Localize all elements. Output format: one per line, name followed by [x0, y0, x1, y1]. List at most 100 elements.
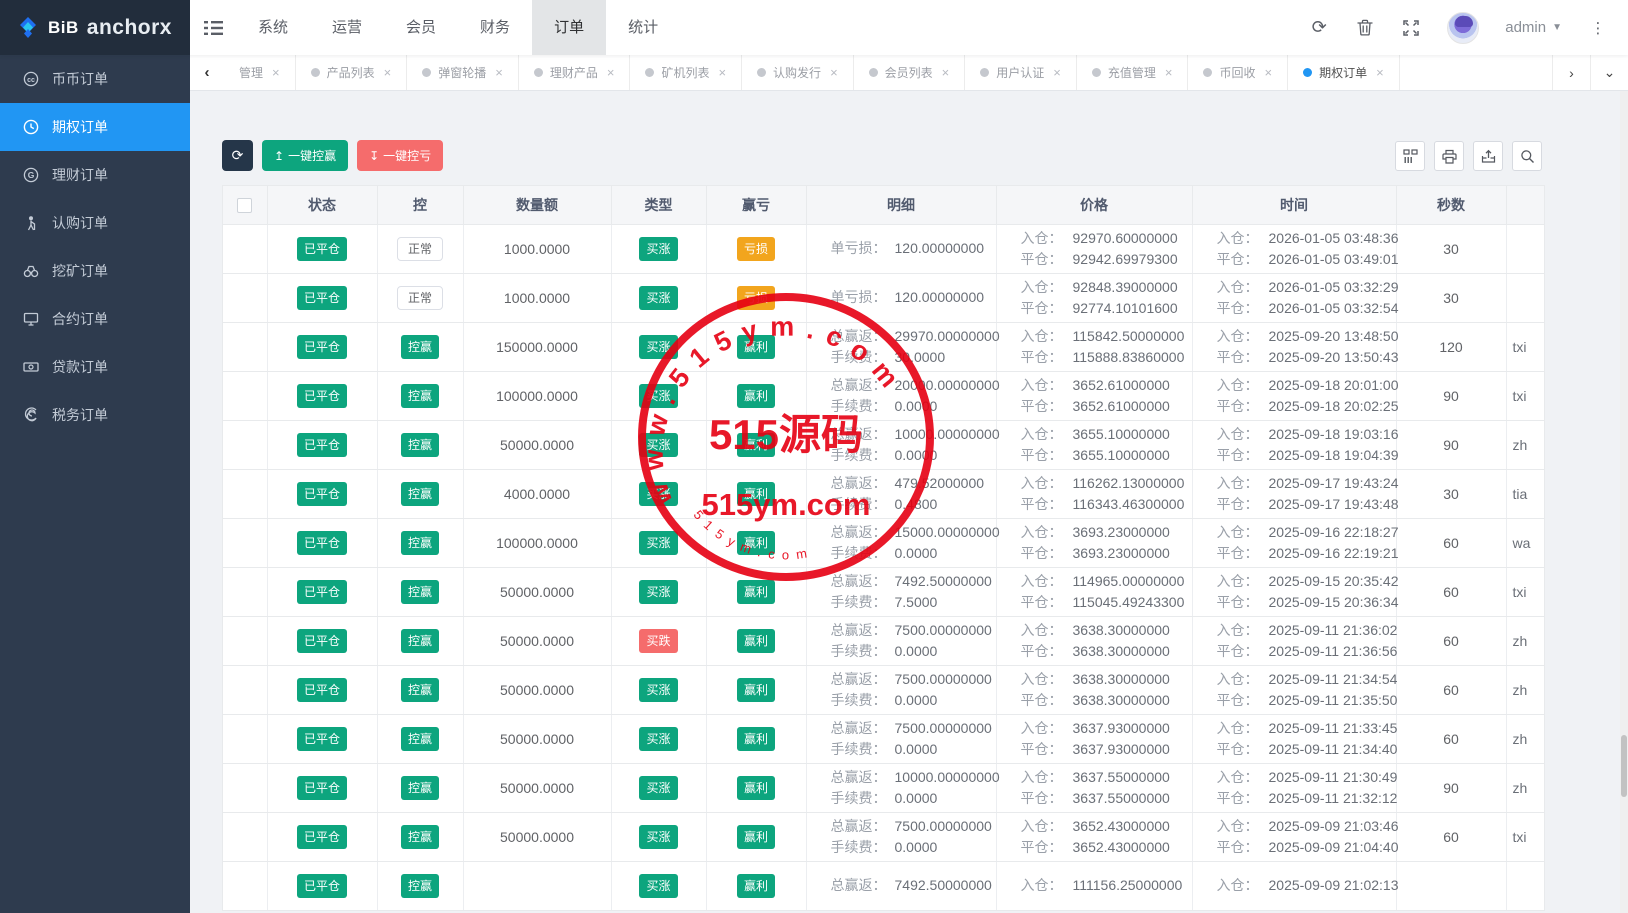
force-win-all-button[interactable]: ↥ 一键控赢 [262, 140, 348, 171]
close-icon[interactable]: × [1376, 65, 1384, 80]
tab-矿机列表[interactable]: 矿机列表× [630, 55, 742, 90]
control-win-button[interactable]: 控赢 [401, 629, 439, 653]
tab-认购发行[interactable]: 认购发行× [742, 55, 854, 90]
type-cell: 买涨 [611, 371, 706, 420]
fullscreen-icon[interactable] [1401, 18, 1421, 38]
tab-产品列表[interactable]: 产品列表× [296, 55, 408, 90]
detail-line: 手续费：0.0000 [807, 739, 996, 760]
tab-期权订单[interactable]: 期权订单× [1288, 55, 1400, 90]
nav-item-订单[interactable]: 订单 [532, 0, 606, 55]
control-win-button[interactable]: 控赢 [401, 580, 439, 604]
control-normal-button[interactable]: 正常 [397, 237, 443, 261]
close-icon[interactable]: × [942, 65, 950, 80]
time-value: 2025-09-18 20:02:25 [1269, 396, 1399, 417]
status-badge: 已平仓 [297, 678, 347, 702]
price-label: 平仓： [1021, 298, 1073, 319]
close-icon[interactable]: × [718, 65, 726, 80]
time-cell: 入仓：2025-09-11 21:30:49平仓：2025-09-11 21:3… [1192, 763, 1396, 812]
tabs-scroll-left-button[interactable]: ‹ [190, 55, 224, 90]
refresh-table-button[interactable]: ⟳ [222, 140, 253, 171]
control-win-button[interactable]: 控赢 [401, 776, 439, 800]
print-button[interactable] [1434, 141, 1464, 171]
tab-充值管理[interactable]: 充值管理× [1077, 55, 1189, 90]
kebab-menu-icon[interactable]: ⋮ [1588, 18, 1608, 38]
scrollbar-thumb[interactable] [1621, 735, 1627, 797]
sidebar-item-挖矿订单[interactable]: 挖矿订单 [0, 247, 190, 295]
caret-down-icon: ▼ [1552, 22, 1562, 33]
control-normal-button[interactable]: 正常 [397, 286, 443, 310]
time-value: 2025-09-11 21:34:54 [1269, 669, 1398, 690]
sidebar-fold-button[interactable] [190, 0, 236, 55]
search-button[interactable] [1512, 141, 1542, 171]
nav-item-会员[interactable]: 会员 [384, 0, 458, 55]
detail-line: 单亏损：120.00000000 [807, 287, 996, 308]
profit-badge: 赢利 [737, 776, 775, 800]
time-value: 2025-09-17 19:43:24 [1269, 473, 1399, 494]
vertical-scrollbar[interactable] [1620, 91, 1628, 913]
price-label: 入仓： [1021, 473, 1073, 494]
type-badge: 买涨 [639, 678, 677, 702]
sidebar-item-认购订单[interactable]: 认购订单 [0, 199, 190, 247]
detail-value: 7492.50000000 [895, 571, 992, 592]
close-icon[interactable]: × [1053, 65, 1061, 80]
orders-table: 状态控数量额类型赢亏明细价格时间秒数 已平仓正常1000.0000买涨亏损单亏损… [223, 186, 1545, 911]
tab-管理[interactable]: 管理× [224, 55, 296, 90]
profit-cell: 赢利 [706, 371, 806, 420]
avatar[interactable] [1447, 12, 1479, 44]
close-icon[interactable]: × [272, 65, 280, 80]
control-win-button[interactable]: 控赢 [401, 482, 439, 506]
nav-item-系统[interactable]: 系统 [236, 0, 310, 55]
time-line: 平仓：2026-01-05 03:32:54 [1193, 298, 1396, 319]
control-win-button[interactable]: 控赢 [401, 874, 439, 898]
sidebar-item-期权订单[interactable]: 期权订单 [0, 103, 190, 151]
tab-弹窗轮播[interactable]: 弹窗轮播× [407, 55, 519, 90]
close-icon[interactable]: × [384, 65, 392, 80]
tab-会员列表[interactable]: 会员列表× [854, 55, 966, 90]
export-button[interactable] [1473, 141, 1503, 171]
control-win-button[interactable]: 控赢 [401, 531, 439, 555]
control-win-button[interactable]: 控赢 [401, 678, 439, 702]
close-icon[interactable]: × [495, 65, 503, 80]
price-value: 3693.23000000 [1073, 543, 1170, 564]
sidebar-item-合约订单[interactable]: 合约订单 [0, 295, 190, 343]
close-icon[interactable]: × [607, 65, 615, 80]
refresh-icon: ⟳ [232, 147, 244, 164]
seconds-cell: 60 [1396, 616, 1506, 665]
close-icon[interactable]: × [1265, 65, 1273, 80]
user-menu[interactable]: admin ▼ [1505, 19, 1562, 36]
tab-用户认证[interactable]: 用户认证× [965, 55, 1077, 90]
control-win-button[interactable]: 控赢 [401, 433, 439, 457]
grid-icon [1403, 149, 1418, 164]
select-all-checkbox[interactable] [237, 198, 252, 213]
control-win-button[interactable]: 控赢 [401, 384, 439, 408]
columns-grid-button[interactable] [1395, 141, 1425, 171]
tabs-menu-button[interactable]: ⌄ [1590, 55, 1628, 90]
refresh-icon[interactable]: ⟳ [1309, 18, 1329, 38]
control-win-button[interactable]: 控赢 [401, 727, 439, 751]
sidebar-item-币币订单[interactable]: cc币币订单 [0, 55, 190, 103]
nav-item-财务[interactable]: 财务 [458, 0, 532, 55]
row-select-cell [223, 567, 267, 616]
tab-币回收[interactable]: 币回收× [1188, 55, 1288, 90]
price-label: 平仓： [1021, 739, 1073, 760]
detail-label: 手续费： [831, 690, 895, 711]
close-icon[interactable]: × [830, 65, 838, 80]
row-select-cell [223, 322, 267, 371]
trash-icon[interactable] [1355, 18, 1375, 38]
profit-badge: 赢利 [737, 433, 775, 457]
time-label: 平仓： [1217, 347, 1269, 368]
control-win-button[interactable]: 控赢 [401, 335, 439, 359]
tab-理财产品[interactable]: 理财产品× [519, 55, 631, 90]
tabs-scroll-right-button[interactable]: › [1552, 55, 1590, 90]
table-row: 已平仓控赢50000.0000买涨赢利总赢返：7492.50000000手续费：… [223, 567, 1545, 616]
nav-item-运营[interactable]: 运营 [310, 0, 384, 55]
control-win-button[interactable]: 控赢 [401, 825, 439, 849]
sidebar-item-理财订单[interactable]: G理财订单 [0, 151, 190, 199]
sidebar-item-税务订单[interactable]: 税务订单 [0, 391, 190, 439]
close-icon[interactable]: × [1165, 65, 1173, 80]
force-lose-all-button[interactable]: ↧ 一键控亏 [357, 140, 443, 171]
nav-item-统计[interactable]: 统计 [606, 0, 680, 55]
sidebar-item-贷款订单[interactable]: 贷款订单 [0, 343, 190, 391]
price-line: 入仓：3637.93000000 [997, 718, 1192, 739]
price-value: 114965.00000000 [1073, 571, 1185, 592]
